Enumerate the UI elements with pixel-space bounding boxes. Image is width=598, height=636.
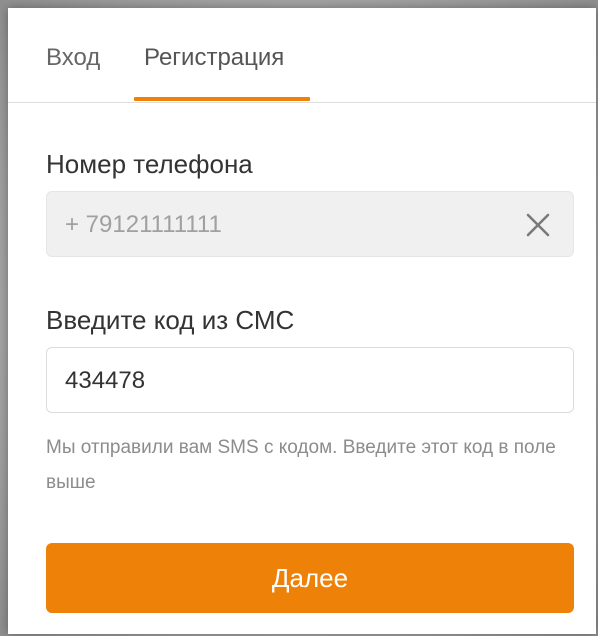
sms-code-label: Введите код из СМС [46,305,295,335]
next-button[interactable]: Далее [46,543,574,613]
tab-register[interactable]: Регистрация [144,44,284,72]
screenshot-frame: Вход Регистрация Номер телефона + 791211… [0,0,598,636]
tab-login[interactable]: Вход [46,44,100,72]
registration-panel: Вход Регистрация Номер телефона + 791211… [8,8,596,634]
sms-hint-text: Мы отправили вам SMS с кодом. Введите эт… [46,437,556,493]
active-tab-indicator [134,97,310,101]
sms-code-field[interactable]: 434478 [46,347,574,413]
phone-label: Номер телефона [46,149,253,179]
phone-value: + 79121111111 [65,211,222,238]
tabs-bar: Вход Регистрация [8,8,596,103]
phone-field[interactable]: + 79121111111 [46,191,574,257]
close-icon[interactable] [525,212,551,238]
sms-code-value: 434478 [65,367,146,394]
